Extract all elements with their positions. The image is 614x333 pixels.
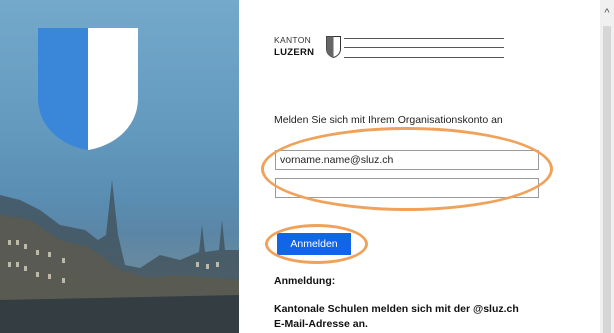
info-heading: Anmeldung:: [274, 275, 336, 287]
scrollbar-thumb[interactable]: [603, 26, 611, 333]
logo-text-kanton: KANTON: [274, 35, 312, 45]
email-field[interactable]: [275, 150, 539, 170]
logo-text-luzern: LUZERN: [274, 47, 315, 58]
scroll-up-arrow-icon[interactable]: ^: [600, 6, 614, 20]
lucerne-crest-icon: [38, 28, 138, 150]
background-photo: [0, 0, 239, 333]
kanton-luzern-logo: KANTON LUZERN: [274, 35, 504, 61]
login-prompt: Melden Sie sich mit Ihrem Organisationsk…: [274, 114, 503, 126]
info-text-line1: Kantonale Schulen melden sich mit der @s…: [274, 303, 519, 315]
info-text-line2: E-Mail-Adresse an.: [274, 318, 368, 330]
logo-lines: [344, 38, 504, 58]
vertical-scrollbar[interactable]: ^: [600, 0, 614, 333]
logo-shield-icon: [326, 36, 341, 58]
password-field[interactable]: [275, 178, 539, 198]
login-panel: KANTON LUZERN Melden Sie sich mit Ihrem …: [239, 0, 599, 333]
sign-in-button[interactable]: Anmelden: [277, 233, 351, 255]
